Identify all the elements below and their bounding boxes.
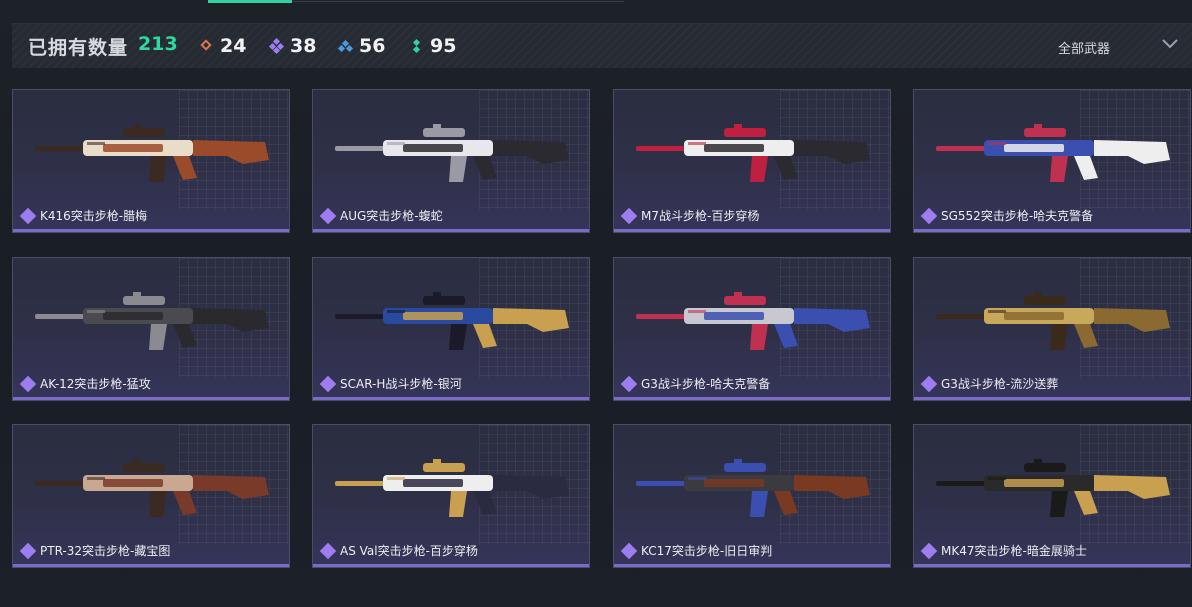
weapon-card[interactable]: SG552突击步枪-哈夫克警备 bbox=[913, 89, 1191, 233]
purple-rarity-icon bbox=[920, 375, 938, 392]
weapon-image bbox=[35, 459, 269, 517]
weapon-card[interactable]: SCAR-H战斗步枪-银河 bbox=[312, 257, 590, 401]
blue-rarity-count: 56 bbox=[337, 34, 385, 58]
weapon-image bbox=[936, 459, 1170, 517]
green-rarity-icon bbox=[410, 38, 424, 54]
rarity-bar bbox=[13, 229, 289, 232]
rarity-bar bbox=[914, 397, 1190, 400]
weapon-card[interactable]: G3战斗步枪-流沙送葬 bbox=[913, 257, 1191, 401]
weapon-name-row: K416突击步枪-腊梅 bbox=[19, 207, 148, 224]
purple-rarity-icon bbox=[19, 375, 37, 392]
weapon-name: M7战斗步枪-百步穿杨 bbox=[641, 209, 760, 223]
weapon-name-row: KC17突击步枪-旧日审判 bbox=[620, 542, 773, 559]
top-tab-bar bbox=[0, 0, 1192, 6]
weapon-name: PTR-32突击步枪-藏宝图 bbox=[40, 544, 171, 558]
rarity-bar bbox=[914, 229, 1190, 232]
weapon-card[interactable]: AUG突击步枪-蝮蛇 bbox=[312, 89, 590, 233]
weapon-card[interactable]: G3战斗步枪-哈夫克警备 bbox=[613, 257, 891, 401]
rarity-bar bbox=[313, 229, 589, 232]
weapon-card[interactable]: AS Val突击步枪-百步穿杨 bbox=[312, 424, 590, 568]
weapon-name: KC17突击步枪-旧日审判 bbox=[641, 544, 773, 558]
weapon-name-row: G3战斗步枪-哈夫克警备 bbox=[620, 375, 771, 392]
purple-rarity-icon bbox=[319, 207, 337, 224]
weapon-image bbox=[636, 292, 870, 350]
chevron-down-icon[interactable] bbox=[1160, 36, 1180, 52]
weapon-name-row: PTR-32突击步枪-藏宝图 bbox=[19, 542, 171, 559]
rarity-bar bbox=[614, 229, 890, 232]
purple-rarity-icon bbox=[920, 207, 938, 224]
weapon-name: SG552突击步枪-哈夫克警备 bbox=[941, 209, 1094, 223]
weapon-filter-dropdown[interactable]: 全部武器 bbox=[1058, 38, 1110, 57]
weapon-name: AUG突击步枪-蝮蛇 bbox=[340, 209, 443, 223]
weapon-name-row: SG552突击步枪-哈夫克警备 bbox=[920, 207, 1094, 224]
purple-rarity-icon bbox=[620, 375, 638, 392]
weapon-name-row: AK-12突击步枪-猛攻 bbox=[19, 375, 151, 392]
weapon-image bbox=[636, 459, 870, 517]
weapon-name: MK47突击步枪-暗金展骑士 bbox=[941, 544, 1087, 558]
weapon-card[interactable]: K416突击步枪-腊梅 bbox=[12, 89, 290, 233]
purple-rarity-icon bbox=[620, 207, 638, 224]
purple-rarity-count: 38 bbox=[268, 34, 316, 58]
green-rarity-count: 95 bbox=[410, 34, 456, 58]
weapon-name-row: SCAR-H战斗步枪-银河 bbox=[319, 375, 462, 392]
weapon-image bbox=[335, 124, 569, 182]
weapon-image bbox=[636, 124, 870, 182]
rarity-bar bbox=[313, 564, 589, 567]
rarity-bar bbox=[914, 564, 1190, 567]
active-tab-indicator[interactable] bbox=[208, 0, 292, 3]
weapon-name: G3战斗步枪-流沙送葬 bbox=[941, 377, 1059, 391]
purple-rarity-icon bbox=[319, 542, 337, 559]
rarity-bar bbox=[614, 564, 890, 567]
orange-rarity-icon bbox=[200, 39, 214, 53]
weapon-image bbox=[335, 292, 569, 350]
owned-count-label: 已拥有数量 bbox=[28, 37, 129, 59]
weapon-name: G3战斗步枪-哈夫克警备 bbox=[641, 377, 771, 391]
weapon-image bbox=[35, 124, 269, 182]
orange-rarity-count: 24 bbox=[200, 34, 246, 58]
purple-rarity-icon bbox=[319, 375, 337, 392]
owned-count-total: 213 bbox=[138, 33, 178, 55]
weapon-card[interactable]: KC17突击步枪-旧日审判 bbox=[613, 424, 891, 568]
weapon-name-row: AS Val突击步枪-百步穿杨 bbox=[319, 542, 478, 559]
weapon-image bbox=[35, 292, 269, 350]
weapon-name-row: M7战斗步枪-百步穿杨 bbox=[620, 207, 760, 224]
weapon-name-row: MK47突击步枪-暗金展骑士 bbox=[920, 542, 1087, 559]
weapon-card[interactable]: AK-12突击步枪-猛攻 bbox=[12, 257, 290, 401]
weapon-image bbox=[936, 124, 1170, 182]
rarity-bar bbox=[13, 397, 289, 400]
weapon-name: SCAR-H战斗步枪-银河 bbox=[340, 377, 462, 391]
rarity-bar bbox=[13, 564, 289, 567]
purple-rarity-icon bbox=[19, 542, 37, 559]
weapon-name: AK-12突击步枪-猛攻 bbox=[40, 377, 151, 391]
weapon-name: AS Val突击步枪-百步穿杨 bbox=[340, 544, 478, 558]
rarity-bar bbox=[313, 397, 589, 400]
weapon-image bbox=[335, 459, 569, 517]
purple-rarity-icon bbox=[920, 542, 938, 559]
weapon-name-row: AUG突击步枪-蝮蛇 bbox=[319, 207, 443, 224]
purple-rarity-icon bbox=[268, 37, 285, 55]
blue-rarity-icon bbox=[337, 39, 354, 53]
purple-rarity-icon bbox=[620, 542, 638, 559]
weapon-card[interactable]: M7战斗步枪-百步穿杨 bbox=[613, 89, 891, 233]
weapon-card[interactable]: PTR-32突击步枪-藏宝图 bbox=[12, 424, 290, 568]
rarity-bar bbox=[614, 397, 890, 400]
inventory-header: 已拥有数量 213 24 38 56 95 全部武器 bbox=[12, 23, 1192, 68]
weapon-image bbox=[936, 292, 1170, 350]
weapon-card[interactable]: MK47突击步枪-暗金展骑士 bbox=[913, 424, 1191, 568]
weapon-name: K416突击步枪-腊梅 bbox=[40, 209, 148, 223]
weapon-name-row: G3战斗步枪-流沙送葬 bbox=[920, 375, 1059, 392]
purple-rarity-icon bbox=[19, 207, 37, 224]
